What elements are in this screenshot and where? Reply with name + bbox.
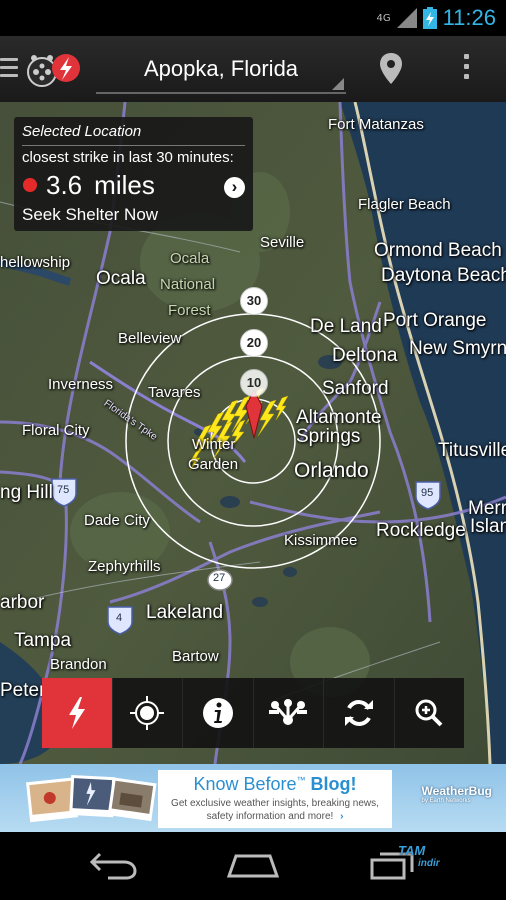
info-tool-button[interactable] (183, 678, 254, 748)
map-label: Ocala (170, 250, 210, 267)
ad-body: Get exclusive weather insights, breaking… (158, 797, 392, 823)
map-label: De Land (310, 316, 382, 337)
zoom-tool-button[interactable] (395, 678, 465, 748)
share-tool-button[interactable] (254, 678, 324, 748)
range-ring-badge-10: 10 (240, 369, 268, 397)
range-ring-badge-30: 30 (240, 287, 268, 315)
map-label: Ocala (96, 268, 146, 289)
map-label: Port Orange (383, 310, 487, 331)
app-logo-icon[interactable] (22, 48, 86, 92)
map-label: National (160, 276, 216, 293)
card-divider (22, 145, 245, 146)
map-label: Flagler Beach (358, 196, 451, 213)
signal-strength-icon (396, 8, 417, 28)
map-label: Ormond Beach (374, 240, 502, 261)
watermark-logo: TAM indir (398, 844, 440, 870)
details-chevron-icon[interactable]: › (224, 177, 245, 198)
ad-brand-name: WeatherBug (421, 784, 492, 798)
map-label: Brandon (50, 656, 107, 673)
map-label: ng Hill (0, 482, 53, 503)
watermark-line2: indir (418, 858, 440, 869)
refresh-icon (344, 700, 373, 726)
clock: 11:26 (442, 5, 496, 30)
ad-trademark: ™ (296, 775, 306, 785)
ad-blog-text: Blog! (310, 774, 357, 794)
map-label: Fort Matanzas (328, 116, 424, 133)
map-label: Sanford (322, 378, 389, 399)
map-label: Bartow (172, 648, 219, 665)
ad-body-text: Get exclusive weather insights, breaking… (171, 798, 379, 822)
map-label: Garden (188, 456, 239, 473)
ad-banner[interactable]: Know Before™ Blog! Get exclusive weather… (0, 764, 506, 832)
map-label: Island (470, 516, 506, 537)
highway-shield-label: 95 (421, 487, 434, 499)
map-label: Seville (260, 234, 305, 251)
ad-photo-collage (26, 774, 157, 823)
weatherbug-logo: WeatherBug by Earth Networks (422, 784, 492, 804)
map-label: Dade City (84, 512, 150, 529)
watermark-line1: TAM (398, 843, 426, 858)
ad-headline-text: Know Before (193, 774, 297, 794)
menu-icon[interactable] (0, 58, 18, 82)
strike-distance: 3.6 miles (46, 170, 155, 201)
map-label: Lakeland (146, 602, 224, 623)
dropdown-arrow-icon (332, 78, 344, 90)
map-label: Daytona Beach (381, 265, 506, 286)
info-icon (202, 698, 233, 728)
card-title: Selected Location (22, 123, 142, 140)
overflow-menu-icon[interactable] (464, 54, 469, 84)
range-ring-badge-20: 20 (240, 329, 268, 357)
map-toolbar (42, 678, 464, 748)
crosshair-locate-icon (130, 696, 165, 730)
battery-charging-icon (422, 7, 437, 29)
location-name: Apopka, Florida (143, 56, 299, 81)
map-label: Rockledge (376, 520, 466, 541)
ad-headline: Know Before™ Blog! (158, 774, 392, 795)
map-label: Titusville (438, 440, 506, 461)
map-label: Winter (192, 436, 236, 453)
map-label: Inverness (48, 376, 114, 393)
lightning-tool-button[interactable] (42, 678, 113, 748)
alert-dot-icon (23, 178, 37, 192)
back-icon[interactable] (88, 850, 138, 880)
card-subtitle: closest strike in last 30 minutes: (22, 149, 234, 166)
ad-brand-sub: by Earth Networks (421, 798, 471, 804)
map-label: Forest (168, 302, 211, 319)
selected-location-card[interactable]: Selected Location closest strike in last… (14, 117, 253, 231)
home-icon[interactable] (226, 850, 280, 880)
highway-shield-label: 75 (57, 484, 70, 496)
map-label: arbor (0, 592, 45, 613)
map-label: Springs (296, 426, 361, 447)
lightning-icon (68, 697, 85, 729)
map-label: New Smyrna Bea (409, 338, 506, 359)
map-label: hellowship (0, 254, 71, 271)
map-label: Belleview (118, 330, 182, 347)
refresh-tool-button[interactable] (324, 678, 395, 748)
map-label: Kissimmee (284, 532, 358, 549)
map-label: Floral City (22, 422, 90, 439)
network-type-label: 4G (376, 12, 391, 24)
highway-shield-label: 4 (116, 612, 123, 624)
highway-shield-label: 27 (213, 572, 226, 584)
map-label: Orlando (294, 459, 369, 482)
distance-unit: miles (94, 170, 155, 200)
ad-chevron-icon: › (340, 811, 344, 822)
zoom-search-icon (415, 699, 443, 727)
ad-content[interactable]: Know Before™ Blog! Get exclusive weather… (158, 770, 392, 828)
share-network-icon (269, 699, 308, 725)
action-bar: Apopka, Florida (0, 36, 506, 103)
location-pin-icon[interactable] (378, 52, 404, 86)
shelter-advice: Seek Shelter Now (22, 205, 159, 224)
map-label: Tavares (148, 384, 201, 401)
status-icons: 4G 11:26 (376, 5, 496, 31)
location-dropdown[interactable]: Apopka, Florida (96, 48, 346, 94)
status-bar: 4G 11:26 (0, 0, 506, 36)
locate-tool-button[interactable] (113, 678, 183, 748)
map-label: Tampa (14, 630, 72, 651)
map-label: Zephyrhills (88, 558, 161, 575)
map-label: Deltona (332, 345, 398, 366)
distance-value: 3.6 (46, 170, 83, 200)
